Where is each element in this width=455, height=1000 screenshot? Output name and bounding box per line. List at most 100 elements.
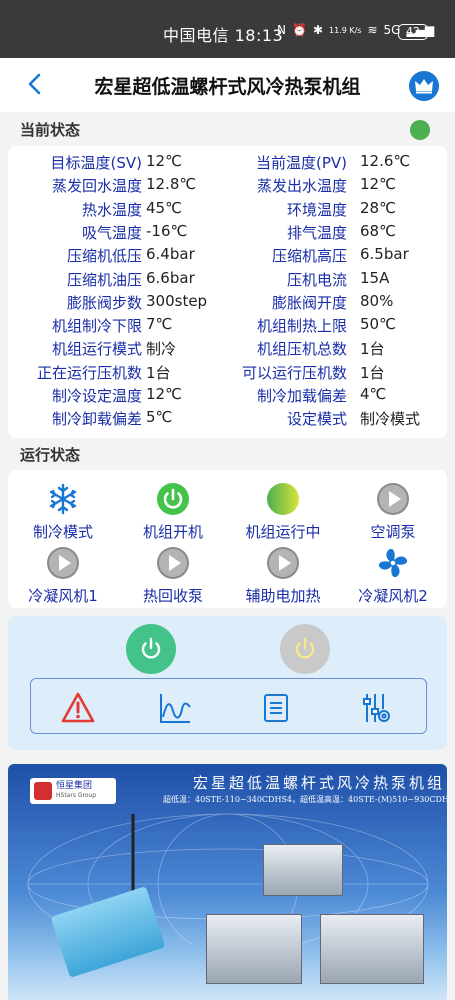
param-value-left: 6.6bar (146, 268, 195, 287)
heat-pump-unit-image (320, 914, 424, 984)
param-name-left: 制冷卸载偏差 (51, 410, 142, 429)
param-value-right: 68℃ (360, 221, 396, 240)
param-row: 机组制冷下限 7℃ 机组制热上限 50℃ (8, 315, 447, 338)
banner-title: 宏星超低温螺杆式风冷热泵机组 (193, 774, 446, 792)
run-item-label: 热回收泵 (142, 587, 203, 605)
system-status-bar: 中国电信 18:13 N ⏰ ✱ 11.9 K/s ≋ 5G ▂▄▆ 42 (0, 0, 455, 58)
param-value-right: 28℃ (360, 198, 396, 217)
param-name-right: 排气温度 (286, 223, 347, 242)
power-icon (141, 637, 161, 659)
param-name-left: 机组运行模式 (51, 340, 142, 359)
run-item-running: 机组运行中 (228, 482, 338, 542)
run-item-unit-on: 机组开机 (118, 482, 228, 542)
online-status-indicator (410, 120, 430, 140)
power-on-icon (157, 483, 189, 515)
battery-indicator: 42 (398, 24, 431, 40)
param-name-left: 压缩机油压 (66, 270, 142, 289)
param-name-right: 机组压机总数 (256, 340, 347, 359)
param-name-left: 热水温度 (81, 200, 142, 219)
net-speed: 11.9 K/s (329, 25, 362, 35)
trend-chart-icon[interactable] (158, 691, 192, 725)
run-item-ac-pump: 空调泵 (338, 482, 448, 542)
param-value-right: 50℃ (360, 315, 396, 334)
param-row: 机组运行模式 制冷 机组压机总数 1台 (8, 338, 447, 361)
run-item-label: 机组运行中 (245, 523, 321, 541)
power-on-button[interactable] (126, 624, 176, 674)
param-name-right: 机组制热上限 (256, 317, 347, 336)
param-name-left: 压缩机低压 (66, 247, 142, 266)
play-icon (377, 483, 409, 515)
run-item-label: 冷凝风机2 (358, 587, 428, 605)
param-row: 热水温度 45℃ 环境温度 28℃ (8, 199, 447, 222)
param-row: 膨胀阀步数 300step 膨胀阀开度 80% (8, 292, 447, 315)
param-name-right: 膨胀阀开度 (271, 293, 347, 312)
param-value-right: 制冷模式 (360, 410, 421, 429)
run-item-label: 机组开机 (142, 523, 203, 541)
param-value-left: 300step (146, 291, 208, 310)
run-status-panel: 制冷模式 机组开机 机组运行中 空调泵 冷凝风机1 热回收泵 辅助电加热 冷凝风… (8, 470, 447, 608)
current-status-label: 当前状态 (20, 121, 81, 139)
control-panel (8, 616, 447, 750)
param-name-left: 蒸发回水温度 (51, 177, 142, 196)
product-banner: 恒星集团 HStars Group 宏星超低温螺杆式风冷热泵机组 超低温：40S… (8, 764, 447, 1000)
app-bar: 宏星超低温螺杆式风冷热泵机组 (0, 58, 455, 112)
run-item-condenser-fan-1: 冷凝风机1 (8, 546, 118, 606)
run-item-label: 制冷模式 (32, 523, 93, 541)
param-row: 正在运行压机数 1台 可以运行压机数 1台 (8, 362, 447, 385)
settings-sliders-icon[interactable] (358, 691, 392, 725)
power-off-button[interactable] (280, 624, 330, 674)
running-indicator-icon (267, 483, 299, 515)
param-value-left: 6.4bar (146, 245, 195, 264)
param-row: 吸气温度 -16℃ 排气温度 68℃ (8, 222, 447, 245)
run-item-label: 冷凝风机1 (28, 587, 98, 605)
param-row: 目标温度(SV) 12℃ 当前温度(PV) 12.6℃ (8, 152, 447, 175)
run-item-condenser-fan-2: 冷凝风机2 (338, 546, 448, 606)
param-name-right: 设定模式 (286, 410, 347, 429)
fan-icon (378, 548, 408, 578)
heat-pump-unit-image (263, 844, 343, 896)
param-name-left: 膨胀阀步数 (66, 293, 142, 312)
bluetooth-icon: ✱ (312, 23, 323, 37)
param-name-right: 制冷加载偏差 (256, 387, 347, 405)
param-value-right: 12℃ (360, 175, 396, 194)
param-name-right: 压缩机高压 (271, 247, 347, 266)
run-item-label: 辅助电加热 (245, 587, 321, 605)
param-value-right: 80% (360, 291, 394, 310)
play-icon (157, 547, 189, 579)
play-icon (47, 547, 79, 579)
crown-icon[interactable] (409, 71, 439, 101)
wifi-icon: ≋ (367, 23, 378, 37)
play-icon (267, 547, 299, 579)
param-value-left: -16℃ (146, 221, 188, 240)
run-status-label: 运行状态 (20, 446, 81, 464)
param-row: 压缩机油压 6.6bar 压机电流 15A (8, 269, 447, 292)
param-name-left: 目标温度(SV) (50, 154, 143, 172)
param-name-left: 机组制冷下限 (51, 317, 142, 336)
param-name-right: 可以运行压机数 (241, 363, 347, 382)
nfc-icon: N (277, 23, 286, 37)
alarm-warning-icon[interactable] (61, 691, 95, 725)
param-name-left: 正在运行压机数 (36, 363, 142, 382)
param-name-left: 吸气温度 (81, 223, 142, 242)
param-value-right: 6.5bar (360, 245, 409, 264)
power-icon (295, 637, 315, 659)
run-item-label: 空调泵 (370, 523, 416, 541)
param-name-right: 当前温度(PV) (255, 154, 347, 172)
logo-en: HStars Group (56, 792, 97, 799)
param-value-right: 1台 (360, 340, 385, 359)
list-log-icon[interactable] (259, 691, 293, 725)
tool-bar (30, 678, 427, 734)
company-logo: 恒星集团 HStars Group (30, 778, 116, 804)
param-value-left: 12.8℃ (146, 175, 197, 194)
param-row: 压缩机低压 6.4bar 压缩机高压 6.5bar (8, 245, 447, 268)
param-value-left: 7℃ (146, 315, 173, 334)
carrier-time: 中国电信 18:13 (163, 26, 284, 45)
param-value-right: 4℃ (360, 385, 387, 403)
snowflake-icon (49, 483, 77, 515)
page-title: 宏星超低温螺杆式风冷热泵机组 (94, 76, 361, 98)
param-row: 制冷卸载偏差 5℃ 设定模式 制冷模式 (8, 408, 447, 431)
param-row: 蒸发回水温度 12.8℃ 蒸发出水温度 12℃ (8, 175, 447, 198)
param-value-left: 制冷 (146, 340, 177, 359)
run-item-aux-heater: 辅助电加热 (228, 546, 338, 606)
param-value-left: 12℃ (146, 152, 182, 170)
